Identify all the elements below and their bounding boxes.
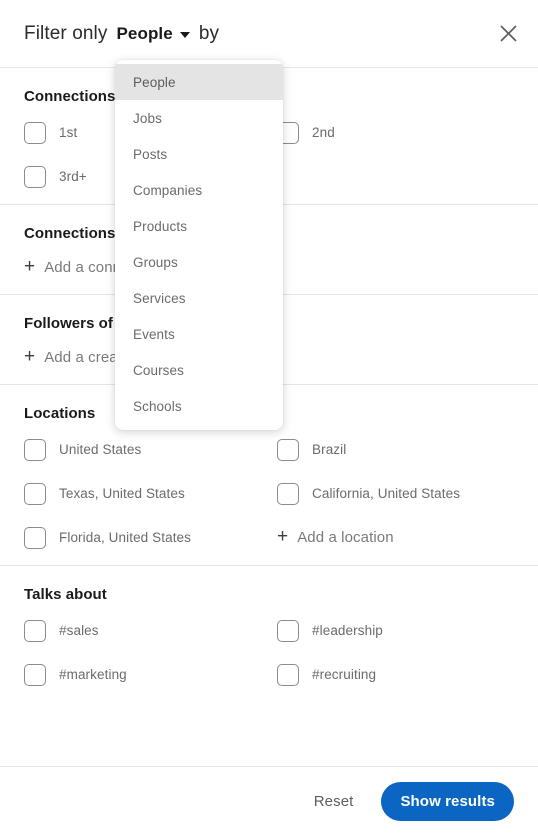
entity-type-dropdown-menu: People Jobs Posts Companies Products Gro… bbox=[115, 60, 283, 430]
filter-modal: Filter only People by Connections 1st 2n… bbox=[0, 0, 538, 836]
checkbox-icon[interactable] bbox=[277, 438, 299, 461]
checkbox-option-brazil[interactable]: Brazil bbox=[277, 438, 514, 461]
option-label: Texas, United States bbox=[59, 486, 185, 501]
option-label: #marketing bbox=[59, 667, 127, 682]
checkbox-icon[interactable] bbox=[277, 619, 299, 642]
filter-lead-text: Filter only bbox=[24, 22, 108, 44]
modal-footer: Reset Show results bbox=[0, 766, 538, 836]
option-label: 2nd bbox=[312, 125, 335, 140]
checkbox-icon[interactable] bbox=[24, 438, 46, 461]
option-label: 3rd+ bbox=[59, 169, 87, 184]
plus-icon: + bbox=[24, 256, 36, 277]
checkbox-icon[interactable] bbox=[24, 165, 46, 188]
option-label: Brazil bbox=[312, 442, 347, 457]
checkbox-icon[interactable] bbox=[24, 663, 46, 686]
checkbox-option-united-states[interactable]: United States bbox=[24, 438, 277, 461]
option-label: United States bbox=[59, 442, 142, 457]
reset-button[interactable]: Reset bbox=[304, 785, 364, 818]
dropdown-item-services[interactable]: Services bbox=[115, 280, 283, 316]
dropdown-item-companies[interactable]: Companies bbox=[115, 172, 283, 208]
page-title: Filter only People by bbox=[24, 23, 219, 45]
checkbox-option-marketing[interactable]: #marketing bbox=[24, 663, 277, 686]
checkbox-option-2nd[interactable]: 2nd bbox=[277, 121, 514, 144]
checkbox-option-california[interactable]: California, United States bbox=[277, 482, 514, 505]
checkbox-icon[interactable] bbox=[24, 619, 46, 642]
chevron-down-icon bbox=[179, 31, 190, 38]
entity-type-selected-label: People bbox=[116, 23, 173, 43]
plus-icon: + bbox=[277, 526, 289, 547]
checkbox-option-recruiting[interactable]: #recruiting bbox=[277, 663, 514, 686]
plus-icon: + bbox=[24, 346, 36, 367]
checkbox-option-texas[interactable]: Texas, United States bbox=[24, 482, 277, 505]
section-talks-about: Talks about #sales #leadership #marketin… bbox=[0, 566, 538, 702]
show-results-button[interactable]: Show results bbox=[381, 782, 514, 821]
checkbox-icon[interactable] bbox=[277, 663, 299, 686]
dropdown-item-courses[interactable]: Courses bbox=[115, 352, 283, 388]
dropdown-item-groups[interactable]: Groups bbox=[115, 244, 283, 280]
checkbox-icon[interactable] bbox=[24, 482, 46, 505]
checkbox-icon[interactable] bbox=[24, 121, 46, 144]
checkbox-option-florida[interactable]: Florida, United States bbox=[24, 526, 277, 549]
section-title-talks-about: Talks about bbox=[24, 586, 107, 603]
dropdown-item-posts[interactable]: Posts bbox=[115, 136, 283, 172]
dropdown-item-events[interactable]: Events bbox=[115, 316, 283, 352]
option-label: 1st bbox=[59, 125, 78, 140]
add-a-location-label: Add a location bbox=[297, 529, 394, 546]
option-label: California, United States bbox=[312, 486, 461, 501]
dropdown-item-people[interactable]: People bbox=[115, 64, 283, 100]
checkbox-icon[interactable] bbox=[277, 482, 299, 505]
checkbox-option-sales[interactable]: #sales bbox=[24, 619, 277, 642]
modal-header: Filter only People by bbox=[0, 0, 538, 68]
close-icon bbox=[499, 24, 517, 42]
add-a-location-button[interactable]: + Add a location bbox=[277, 526, 514, 547]
talks-about-options-grid: #sales #leadership #marketing #recruitin… bbox=[24, 619, 514, 686]
checkbox-icon[interactable] bbox=[24, 526, 46, 549]
filter-trail-text: by bbox=[198, 22, 220, 44]
option-label: #recruiting bbox=[312, 667, 377, 682]
close-button[interactable] bbox=[492, 17, 524, 49]
entity-type-dropdown-trigger[interactable]: People bbox=[116, 23, 190, 44]
checkbox-option-leadership[interactable]: #leadership bbox=[277, 619, 514, 642]
option-label: #sales bbox=[59, 623, 99, 638]
locations-options-grid: United States Brazil Texas, United State… bbox=[24, 438, 514, 549]
dropdown-item-schools[interactable]: Schools bbox=[115, 388, 283, 424]
dropdown-item-products[interactable]: Products bbox=[115, 208, 283, 244]
dropdown-item-jobs[interactable]: Jobs bbox=[115, 100, 283, 136]
option-label: #leadership bbox=[312, 623, 383, 638]
option-label: Florida, United States bbox=[59, 530, 192, 545]
